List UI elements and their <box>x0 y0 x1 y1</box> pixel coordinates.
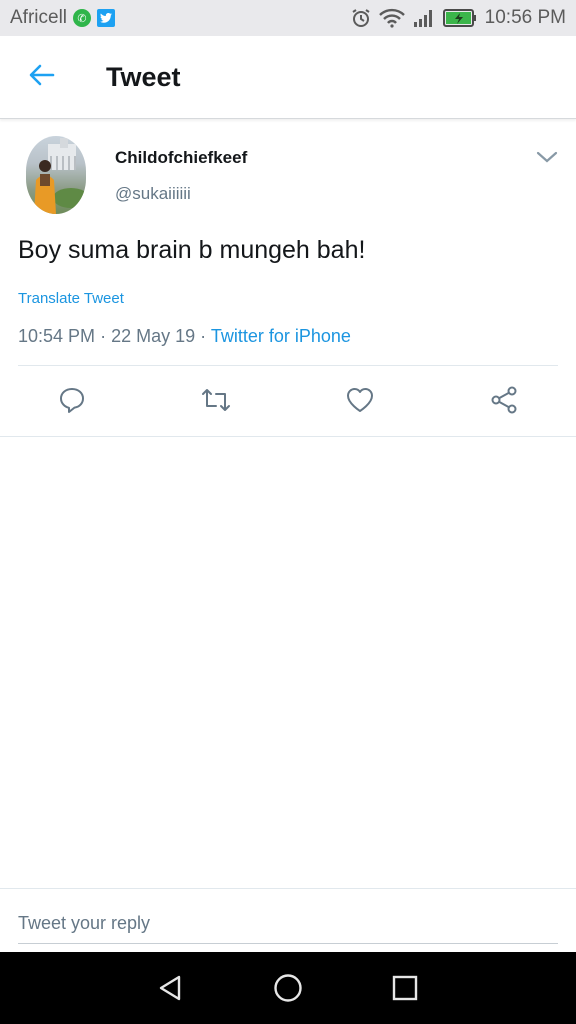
translate-tweet-link[interactable]: Translate Tweet <box>18 290 124 307</box>
tweet-actions <box>0 378 576 426</box>
meta-separator: · <box>200 326 207 346</box>
tweet-meta: 10:54 PM · 22 May 19 · Twitter for iPhon… <box>18 326 351 347</box>
avatar[interactable] <box>26 136 86 214</box>
like-icon <box>346 387 374 418</box>
tweet-text: Boy suma brain b mungeh bah! <box>18 236 366 264</box>
triangle-back-icon <box>157 974 183 1007</box>
twitter-icon <box>97 9 116 27</box>
retweet-button[interactable] <box>196 378 236 426</box>
tweet-detail: Childofchiefkeef @sukaiiiiii Boy suma br… <box>0 120 576 437</box>
reply-icon <box>58 386 86 419</box>
tweet-time: 10:54 PM <box>18 326 96 346</box>
nav-back-button[interactable] <box>150 970 190 1010</box>
wifi-icon <box>378 8 405 28</box>
reply-input[interactable] <box>18 903 558 944</box>
tweet-menu-button[interactable] <box>536 150 558 166</box>
back-button[interactable] <box>22 57 62 97</box>
nav-recents-button[interactable] <box>385 970 425 1010</box>
status-bar: Africell ✆ 10:56 PM <box>0 0 576 36</box>
divider <box>18 365 558 366</box>
tweet-date: 22 May 19 <box>111 326 196 346</box>
share-button[interactable] <box>484 378 524 426</box>
user-handle[interactable]: @sukaiiiiii <box>115 184 191 204</box>
app-header: Tweet <box>0 36 576 119</box>
tweet-source-link[interactable]: Twitter for iPhone <box>211 326 351 346</box>
alarm-icon <box>351 8 371 28</box>
reply-bar <box>0 888 576 953</box>
display-name[interactable]: Childofchiefkeef <box>115 148 247 168</box>
battery-icon <box>442 9 477 27</box>
retweet-icon <box>200 386 232 419</box>
like-button[interactable] <box>340 378 380 426</box>
share-icon <box>490 386 518 419</box>
status-time: 10:56 PM <box>484 7 566 28</box>
carrier-label: Africell <box>10 7 68 28</box>
arrow-left-icon <box>29 64 55 91</box>
meta-separator: · <box>100 326 107 346</box>
page-title: Tweet <box>106 61 181 92</box>
square-recents-icon <box>392 975 418 1006</box>
system-nav-bar <box>0 952 576 1024</box>
nav-home-button[interactable] <box>268 970 308 1010</box>
chevron-down-icon <box>536 151 558 168</box>
circle-home-icon <box>273 973 303 1008</box>
whatsapp-icon: ✆ <box>73 9 92 27</box>
tweet-author: Childofchiefkeef @sukaiiiiii <box>0 120 576 220</box>
reply-button[interactable] <box>52 378 92 426</box>
signal-icon <box>413 9 435 27</box>
divider <box>0 436 576 437</box>
